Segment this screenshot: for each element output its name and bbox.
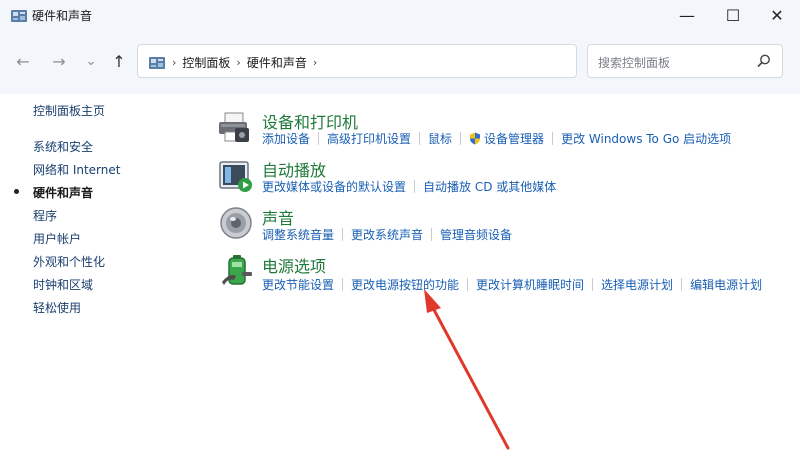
search-icon[interactable]: [756, 53, 772, 69]
link-advanced-printer-setup[interactable]: 高级打印机设置: [327, 130, 411, 147]
sidebar-item-clock-region[interactable]: 时钟和区域: [33, 276, 93, 293]
sidebar-item-network-internet[interactable]: 网络和 Internet: [33, 161, 120, 178]
sidebar-item-appearance[interactable]: 外观和个性化: [33, 253, 105, 270]
link-divider: [342, 228, 344, 241]
link-change-default-media[interactable]: 更改媒体或设备的默认设置: [262, 178, 406, 195]
link-divider: [414, 180, 416, 193]
link-divider: [318, 132, 320, 145]
link-divider: [681, 278, 683, 291]
link-manage-audio-devices[interactable]: 管理音频设备: [440, 226, 512, 243]
breadcrumb-separator[interactable]: ›: [313, 56, 317, 69]
title-bar: 硬件和声音 — ☐ ✕: [0, 0, 800, 30]
link-divider: [342, 278, 344, 291]
speaker-icon[interactable]: [218, 205, 254, 241]
link-mouse[interactable]: 鼠标: [428, 130, 452, 147]
breadcrumb-hardware-sound[interactable]: 硬件和声音: [247, 54, 307, 71]
link-windows-to-go[interactable]: 更改 Windows To Go 启动选项: [561, 130, 731, 147]
breadcrumb-separator[interactable]: ›: [236, 56, 240, 69]
link-autoplay-cd[interactable]: 自动播放 CD 或其他媒体: [423, 178, 556, 195]
control-panel-icon: [10, 8, 28, 22]
link-change-system-sounds[interactable]: 更改系统声音: [351, 226, 423, 243]
category-title-power-options[interactable]: 电源选项: [262, 253, 326, 277]
breadcrumb: › 控制面板 › 硬件和声音 ›: [172, 54, 317, 71]
link-adjust-volume[interactable]: 调整系统音量: [262, 226, 334, 243]
link-divider: [552, 132, 554, 145]
sidebar-item-programs[interactable]: 程序: [33, 207, 57, 224]
printer-icon[interactable]: [217, 110, 253, 146]
breadcrumb-control-panel[interactable]: 控制面板: [182, 54, 230, 71]
minimize-button[interactable]: —: [664, 0, 710, 30]
link-change-power-saving[interactable]: 更改节能设置: [262, 276, 334, 293]
link-choose-power-plan[interactable]: 选择电源计划: [601, 276, 673, 293]
sidebar-item-system-security[interactable]: 系统和安全: [33, 138, 93, 155]
maximize-button[interactable]: ☐: [710, 0, 756, 30]
link-change-sleep-time[interactable]: 更改计算机睡眠时间: [476, 276, 584, 293]
sidebar-item-control-panel-home[interactable]: 控制面板主页: [33, 102, 105, 119]
current-page-bullet: [14, 189, 19, 194]
up-button[interactable]: ↑: [108, 50, 130, 72]
back-button[interactable]: ←: [12, 50, 34, 72]
uac-shield-icon: [469, 132, 481, 145]
breadcrumb-separator[interactable]: ›: [172, 56, 176, 69]
link-divider: [419, 132, 421, 145]
forward-button[interactable]: →: [48, 50, 70, 72]
link-divider: [431, 228, 433, 241]
link-divider: [460, 132, 462, 145]
link-change-power-button[interactable]: 更改电源按钮的功能: [351, 276, 459, 293]
close-button[interactable]: ✕: [754, 0, 800, 30]
search-input[interactable]: 搜索控制面板: [598, 54, 670, 71]
link-divider: [592, 278, 594, 291]
sidebar-item-ease-of-access[interactable]: 轻松使用: [33, 299, 81, 316]
battery-icon[interactable]: [220, 252, 256, 288]
link-device-manager[interactable]: 设备管理器: [484, 130, 544, 147]
address-bar[interactable]: › 控制面板 › 硬件和声音 › ⌄ ↻: [137, 44, 693, 78]
window-title: 硬件和声音: [32, 9, 93, 23]
link-edit-power-plan[interactable]: 编辑电源计划: [690, 276, 762, 293]
search-box[interactable]: 搜索控制面板: [587, 44, 783, 78]
power-options-links: 更改节能设置 更改电源按钮的功能 更改计算机睡眠时间 选择电源计划 编辑电源计划: [262, 276, 762, 293]
autoplay-icon[interactable]: [218, 158, 254, 194]
link-add-device[interactable]: 添加设备: [262, 130, 310, 147]
autoplay-links: 更改媒体或设备的默认设置 自动播放 CD 或其他媒体: [262, 178, 556, 195]
recent-locations-button[interactable]: ⌄: [80, 50, 102, 72]
sidebar-item-hardware-sound[interactable]: 硬件和声音: [33, 184, 93, 201]
sound-links: 调整系统音量 更改系统声音 管理音频设备: [262, 226, 512, 243]
control-panel-icon: [148, 55, 166, 69]
link-divider: [467, 278, 469, 291]
devices-printers-links: 添加设备 高级打印机设置 鼠标 设备管理器 更改 Windows To Go 启…: [262, 130, 731, 147]
sidebar-item-user-accounts[interactable]: 用户帐户: [33, 230, 81, 247]
